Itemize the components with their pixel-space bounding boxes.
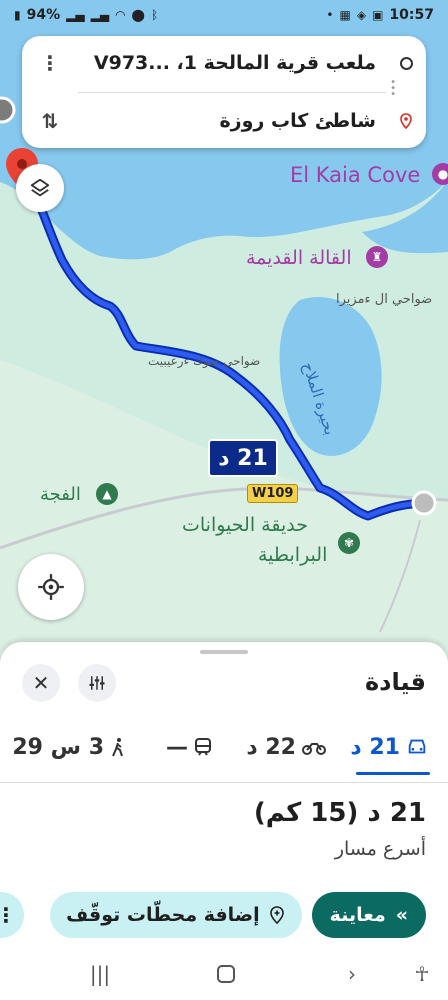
motorcycle-icon [302, 743, 326, 755]
route-summary[interactable]: 21 د (15 كم) أسرع مسار [254, 798, 426, 860]
route-eta: 21 د (15 كم) [253, 798, 426, 828]
map-label-mziraa: ضواحي ال ءمزيرا [336, 292, 433, 307]
train-icon [195, 738, 211, 756]
map-label-citadel[interactable]: القالة القديمة [246, 247, 352, 269]
map-label-village: ضواحي صوك ءرعيبيت [148, 354, 261, 368]
destination-pin-small-icon [400, 113, 412, 129]
tab-walk[interactable]: 3 س 29 [12, 726, 126, 768]
destination-row[interactable]: ⇅ شاطئ كاب روزة [22, 94, 426, 148]
origin-row[interactable]: ⋮ ملعب قرية المالحة 1، ...V973 [22, 36, 426, 90]
walk-icon [112, 738, 123, 757]
preview-label: معاينة [329, 904, 386, 926]
more-actions-button[interactable]: ⋮ [0, 892, 24, 938]
tab-transit[interactable]: — [166, 726, 212, 768]
swap-icon[interactable]: ⇅ [22, 109, 78, 133]
destination-field[interactable]: شاطئ كاب روزة [78, 110, 386, 132]
sheet-title: قيادة [364, 668, 426, 696]
origin-circle-icon [399, 56, 413, 70]
wifi-icon: ◠ [115, 8, 126, 22]
home-icon [217, 965, 235, 983]
directions-sheet: ✕ قيادة 21 د 22 د — 3 س 29 21 د (15 كم) … [0, 642, 448, 1000]
layers-button[interactable] [16, 164, 64, 212]
castle-icon[interactable]: ♜ [366, 246, 388, 268]
poi-icon[interactable]: ● [432, 163, 448, 185]
close-button[interactable]: ✕ [22, 664, 60, 702]
recent-apps-button[interactable]: ||| [88, 960, 112, 988]
map-label-cove[interactable]: El Kaia Cove [290, 163, 420, 187]
tune-icon [89, 676, 105, 690]
status-bar: ▮ 94% ▂▄ ▂▄ ◠ ⬤ ᛒ • ▦ ◈ ▣ 10:57 [0, 0, 448, 30]
walk-time: 3 س 29 [12, 734, 104, 760]
sheet-header: ✕ قيادة [0, 664, 448, 706]
system-nav-bar: ||| › ☥ [0, 948, 448, 1000]
paw-icon[interactable]: ✾ [338, 532, 360, 554]
signal-icon-2: ▂▄ [90, 8, 110, 22]
crosshair-icon [38, 574, 64, 600]
map-poi-dot [0, 96, 16, 124]
my-location-button[interactable] [18, 554, 84, 620]
location-icon: ⬤ [131, 8, 145, 22]
tab-drive[interactable]: 21 د [350, 726, 428, 768]
preview-button[interactable]: » معاينة [311, 892, 426, 938]
back-button[interactable]: › [340, 960, 364, 988]
drag-handle[interactable] [200, 650, 248, 654]
double-chevron-icon: » [395, 904, 408, 926]
options-button[interactable] [78, 664, 116, 702]
more-vert-icon: ⋮ [0, 903, 16, 927]
signal-icon: ▂▄ [66, 8, 85, 22]
map-label-zoo-sub[interactable]: البرابطية [258, 544, 327, 566]
divider [0, 782, 448, 783]
layers-icon [30, 178, 50, 197]
accessibility-icon: ☥ [414, 962, 430, 986]
more-options-icon[interactable]: ⋮ [22, 51, 78, 75]
recents-icon: ||| [89, 962, 111, 986]
battery-icon: ▮ [14, 8, 21, 22]
action-buttons: » معاينة إضافة محطّات توقّف [50, 892, 426, 938]
route-time-badge[interactable]: 21 د [208, 439, 278, 477]
app-icon: ▦ [339, 8, 351, 22]
map-label-fajja[interactable]: الفجة [40, 484, 81, 505]
tab-motorcycle[interactable]: 22 د [246, 726, 326, 768]
map-label-zoo[interactable]: حديقة الحيوانات [182, 514, 308, 536]
add-stops-button[interactable]: إضافة محطّات توقّف [50, 892, 302, 938]
motorcycle-time: 22 د [246, 734, 296, 760]
tree-icon[interactable]: ▲ [96, 483, 118, 505]
road-shield: W109 [247, 484, 299, 503]
origin-field[interactable]: ملعب قرية المالحة 1، ...V973 [78, 52, 386, 74]
add-stop-icon [269, 906, 284, 924]
gallery-icon: ▣ [372, 8, 384, 22]
bluetooth-icon: ᛒ [150, 8, 159, 22]
active-tab-indicator [356, 772, 430, 775]
accessibility-button[interactable]: ☥ [410, 960, 434, 988]
directions-search-card: ⋮ ملعب قرية المالحة 1، ...V973 • • • ⇅ شاط… [22, 36, 426, 148]
divider [78, 92, 386, 93]
drive-time: 21 د [350, 734, 400, 760]
transit-time: — [166, 734, 188, 760]
clock: 10:57 [389, 7, 434, 23]
battery-level: 94% [26, 7, 61, 23]
home-button[interactable] [214, 960, 238, 988]
back-icon: › [348, 962, 356, 986]
car-icon [408, 739, 426, 754]
origin-marker[interactable] [411, 490, 437, 516]
notification-dot-icon: • [326, 8, 334, 22]
travel-mode-tabs: 21 د 22 د — 3 س 29 [0, 726, 448, 775]
add-stops-label: إضافة محطّات توقّف [66, 904, 260, 926]
route-description: أسرع مسار [334, 838, 426, 860]
close-icon: ✕ [32, 671, 50, 695]
app-icon-2: ◈ [356, 8, 367, 22]
